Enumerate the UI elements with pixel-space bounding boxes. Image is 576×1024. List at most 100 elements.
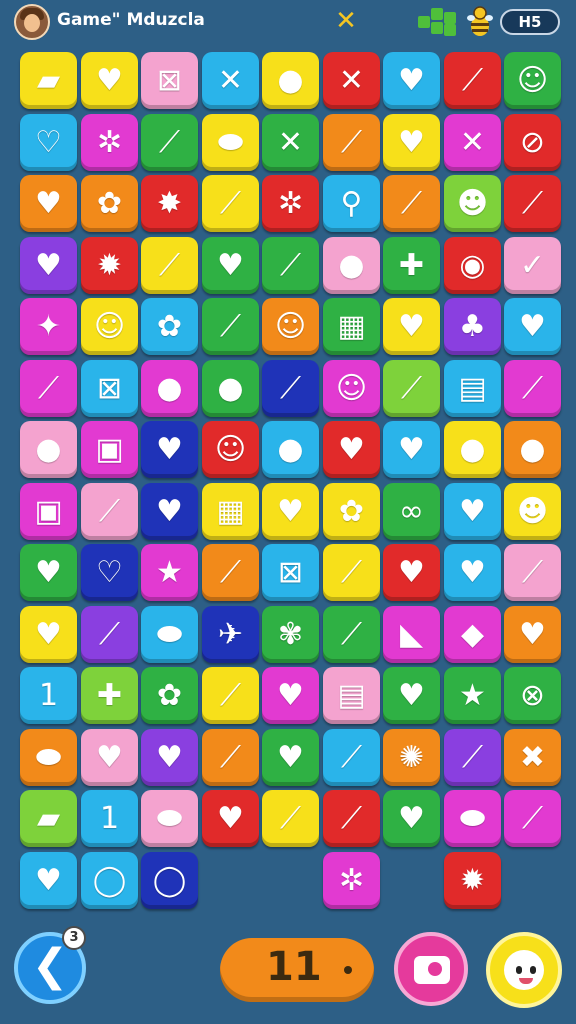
board-tile[interactable]: ✕ — [262, 114, 319, 171]
board-tile[interactable]: ● — [202, 360, 259, 417]
board-tile[interactable]: ⟋ — [202, 729, 259, 786]
board-tile[interactable]: ● — [323, 237, 380, 294]
board-tile[interactable]: ★ — [444, 667, 501, 724]
board-tile[interactable]: ◆ — [444, 606, 501, 663]
board-tile[interactable]: ♥ — [20, 606, 77, 663]
board-tile[interactable]: ✸ — [141, 175, 198, 232]
board-tile[interactable]: ⟋ — [323, 729, 380, 786]
board-tile[interactable]: ♥ — [504, 298, 561, 355]
board-tile[interactable]: ♥ — [262, 729, 319, 786]
board-tile[interactable]: ⟋ — [202, 175, 259, 232]
board-tile[interactable]: ♥ — [383, 298, 440, 355]
board-tile[interactable]: ✖ — [504, 729, 561, 786]
player-avatar[interactable] — [14, 4, 50, 40]
board-tile[interactable]: ⊠ — [81, 360, 138, 417]
board-tile[interactable]: ☺ — [262, 298, 319, 355]
board-tile[interactable]: ♡ — [81, 544, 138, 601]
board-tile[interactable]: ♥ — [262, 667, 319, 724]
board-tile[interactable]: ⟋ — [444, 52, 501, 109]
board-tile[interactable]: ♥ — [141, 729, 198, 786]
board-tile[interactable]: ✕ — [323, 52, 380, 109]
board-tile[interactable]: ♥ — [202, 237, 259, 294]
board-tile[interactable]: ▣ — [81, 421, 138, 478]
board-tile[interactable]: ⬬ — [202, 114, 259, 171]
board-tile[interactable]: ♥ — [383, 114, 440, 171]
board-tile[interactable]: ⟋ — [504, 175, 561, 232]
board-tile[interactable]: ★ — [141, 544, 198, 601]
board-tile[interactable]: ✚ — [383, 237, 440, 294]
board-tile[interactable]: ⟋ — [81, 606, 138, 663]
board-tile[interactable]: ◣ — [383, 606, 440, 663]
board-tile[interactable]: ☺ — [202, 421, 259, 478]
board-tile[interactable]: ▦ — [323, 298, 380, 355]
board-tile[interactable]: ♥ — [504, 606, 561, 663]
board-tile[interactable]: ✹ — [444, 852, 501, 909]
board-tile[interactable]: ☻ — [444, 175, 501, 232]
board-tile[interactable]: ♡ — [20, 114, 77, 171]
board-tile[interactable]: ⟋ — [444, 729, 501, 786]
board-tile[interactable]: ✲ — [81, 114, 138, 171]
board-tile[interactable]: ♥ — [262, 483, 319, 540]
board-tile[interactable]: ♥ — [383, 421, 440, 478]
board-tile[interactable]: ⟋ — [504, 790, 561, 847]
board-tile[interactable]: ✹ — [81, 237, 138, 294]
moves-counter[interactable]: 11 — [220, 938, 374, 1002]
board-tile[interactable]: ♥ — [81, 52, 138, 109]
board-tile[interactable]: ♥ — [383, 790, 440, 847]
board-tile[interactable]: ☺ — [81, 298, 138, 355]
board-tile[interactable]: ⟋ — [504, 544, 561, 601]
board-tile[interactable]: ⬬ — [444, 790, 501, 847]
board-tile[interactable]: ▰ — [20, 52, 77, 109]
board-tile[interactable]: ✓ — [504, 237, 561, 294]
board-tile[interactable]: ⟋ — [81, 483, 138, 540]
board-tile[interactable]: ✿ — [141, 667, 198, 724]
board-tile[interactable]: ♥ — [444, 544, 501, 601]
board-tile[interactable]: ▰ — [20, 790, 77, 847]
board-tile[interactable]: ⟋ — [262, 237, 319, 294]
board-tile[interactable]: ♥ — [383, 667, 440, 724]
board-tile[interactable]: ♥ — [141, 421, 198, 478]
board-tile[interactable]: ♥ — [20, 544, 77, 601]
board-tile[interactable]: ✾ — [262, 606, 319, 663]
board-tile[interactable]: ♥ — [323, 421, 380, 478]
board-tile[interactable]: ⟋ — [323, 606, 380, 663]
board-tile[interactable]: ⟋ — [504, 360, 561, 417]
board-tile[interactable]: ∞ — [383, 483, 440, 540]
board-tile[interactable]: ✚ — [81, 667, 138, 724]
board-tile[interactable]: 1 — [81, 790, 138, 847]
board-tile[interactable]: ⬬ — [141, 790, 198, 847]
board-tile[interactable]: ⟋ — [383, 360, 440, 417]
board-tile[interactable]: ☺ — [504, 52, 561, 109]
board-tile[interactable]: ⟋ — [383, 175, 440, 232]
board-tile[interactable]: ● — [20, 421, 77, 478]
board-tile[interactable]: ✲ — [262, 175, 319, 232]
radio-button[interactable] — [394, 932, 468, 1006]
board-tile[interactable]: ⟋ — [202, 667, 259, 724]
board-tile[interactable]: ▦ — [202, 483, 259, 540]
board-tile[interactable]: ◯ — [81, 852, 138, 909]
board-tile[interactable]: ⊠ — [262, 544, 319, 601]
board-tile[interactable]: ● — [262, 52, 319, 109]
board-tile[interactable]: ◉ — [444, 237, 501, 294]
board-tile[interactable]: ♥ — [20, 852, 77, 909]
board-tile[interactable]: ● — [504, 421, 561, 478]
board-tile[interactable]: ▤ — [444, 360, 501, 417]
board-tile[interactable]: ⟋ — [323, 790, 380, 847]
board-tile[interactable]: ⚲ — [323, 175, 380, 232]
board-tile[interactable]: ✺ — [383, 729, 440, 786]
level-indicator[interactable]: H5 — [500, 9, 560, 35]
board-tile[interactable]: ⊗ — [504, 667, 561, 724]
board-tile[interactable]: ⟋ — [20, 360, 77, 417]
board-tile[interactable]: ● — [141, 360, 198, 417]
board-tile[interactable]: ♥ — [141, 483, 198, 540]
board-tile[interactable]: ● — [444, 421, 501, 478]
board-tile[interactable]: ⟋ — [141, 237, 198, 294]
board-tile[interactable]: ✿ — [141, 298, 198, 355]
board-tile[interactable]: ⟋ — [202, 544, 259, 601]
board-tile[interactable]: ⟋ — [323, 114, 380, 171]
board-tile[interactable]: ✕ — [202, 52, 259, 109]
board-tile[interactable]: ⊘ — [504, 114, 561, 171]
board-tile[interactable]: ▣ — [20, 483, 77, 540]
board-tile[interactable]: ⟋ — [323, 544, 380, 601]
green-blocks-icon[interactable] — [418, 8, 456, 36]
